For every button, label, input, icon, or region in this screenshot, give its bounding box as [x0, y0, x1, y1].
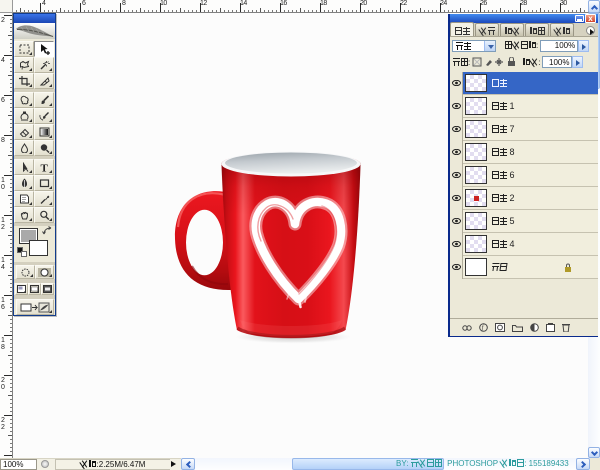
svg-text:T: T — [40, 162, 48, 173]
